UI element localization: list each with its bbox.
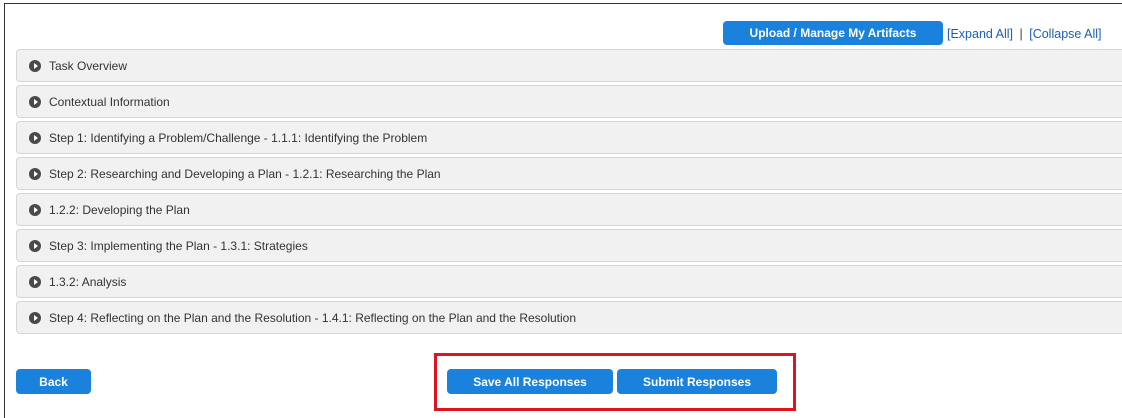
accordion-label: Task Overview xyxy=(49,58,128,73)
save-all-responses-button[interactable]: Save All Responses xyxy=(447,369,613,394)
page-frame: Upload / Manage My Artifacts [Expand All… xyxy=(4,3,1122,418)
accordion-1-2-2[interactable]: 1.2.2: Developing the Plan xyxy=(16,193,1122,226)
expand-arrow-icon xyxy=(29,167,41,180)
accordion-label: Step 1: Identifying a Problem/Challenge … xyxy=(49,130,428,145)
expand-arrow-icon xyxy=(29,275,41,288)
upload-artifacts-button[interactable]: Upload / Manage My Artifacts xyxy=(723,21,943,45)
top-toolbar: Upload / Manage My Artifacts [Expand All… xyxy=(5,18,1122,48)
expand-all-link[interactable]: [Expand All] xyxy=(947,27,1013,41)
expand-collapse-controls: [Expand All] | [Collapse All] xyxy=(947,27,1102,41)
collapse-all-link[interactable]: [Collapse All] xyxy=(1029,27,1101,41)
accordion-label: Contextual Information xyxy=(49,94,170,109)
accordion-contextual-information[interactable]: Contextual Information xyxy=(16,85,1122,118)
expand-arrow-icon xyxy=(29,203,41,216)
back-button[interactable]: Back xyxy=(16,369,91,394)
accordion-step-2[interactable]: Step 2: Researching and Developing a Pla… xyxy=(16,157,1122,190)
separator: | xyxy=(1019,27,1023,41)
accordion-label: Step 4: Reflecting on the Plan and the R… xyxy=(49,310,577,325)
expand-arrow-icon xyxy=(29,131,41,144)
accordion-1-3-2[interactable]: 1.3.2: Analysis xyxy=(16,265,1122,298)
accordion-task-overview[interactable]: Task Overview xyxy=(16,49,1122,82)
expand-arrow-icon xyxy=(29,95,41,108)
accordion-list: Task Overview Contextual Information Ste… xyxy=(16,49,1122,337)
expand-arrow-icon xyxy=(29,59,41,72)
expand-arrow-icon xyxy=(29,311,41,324)
accordion-label: Step 3: Implementing the Plan - 1.3.1: S… xyxy=(49,238,308,253)
submit-responses-button[interactable]: Submit Responses xyxy=(617,369,777,394)
accordion-step-4[interactable]: Step 4: Reflecting on the Plan and the R… xyxy=(16,301,1122,334)
accordion-label: 1.2.2: Developing the Plan xyxy=(49,202,190,217)
accordion-step-1[interactable]: Step 1: Identifying a Problem/Challenge … xyxy=(16,121,1122,154)
accordion-step-3[interactable]: Step 3: Implementing the Plan - 1.3.1: S… xyxy=(16,229,1122,262)
accordion-label: Step 2: Researching and Developing a Pla… xyxy=(49,166,441,181)
accordion-label: 1.3.2: Analysis xyxy=(49,274,127,289)
expand-arrow-icon xyxy=(29,239,41,252)
